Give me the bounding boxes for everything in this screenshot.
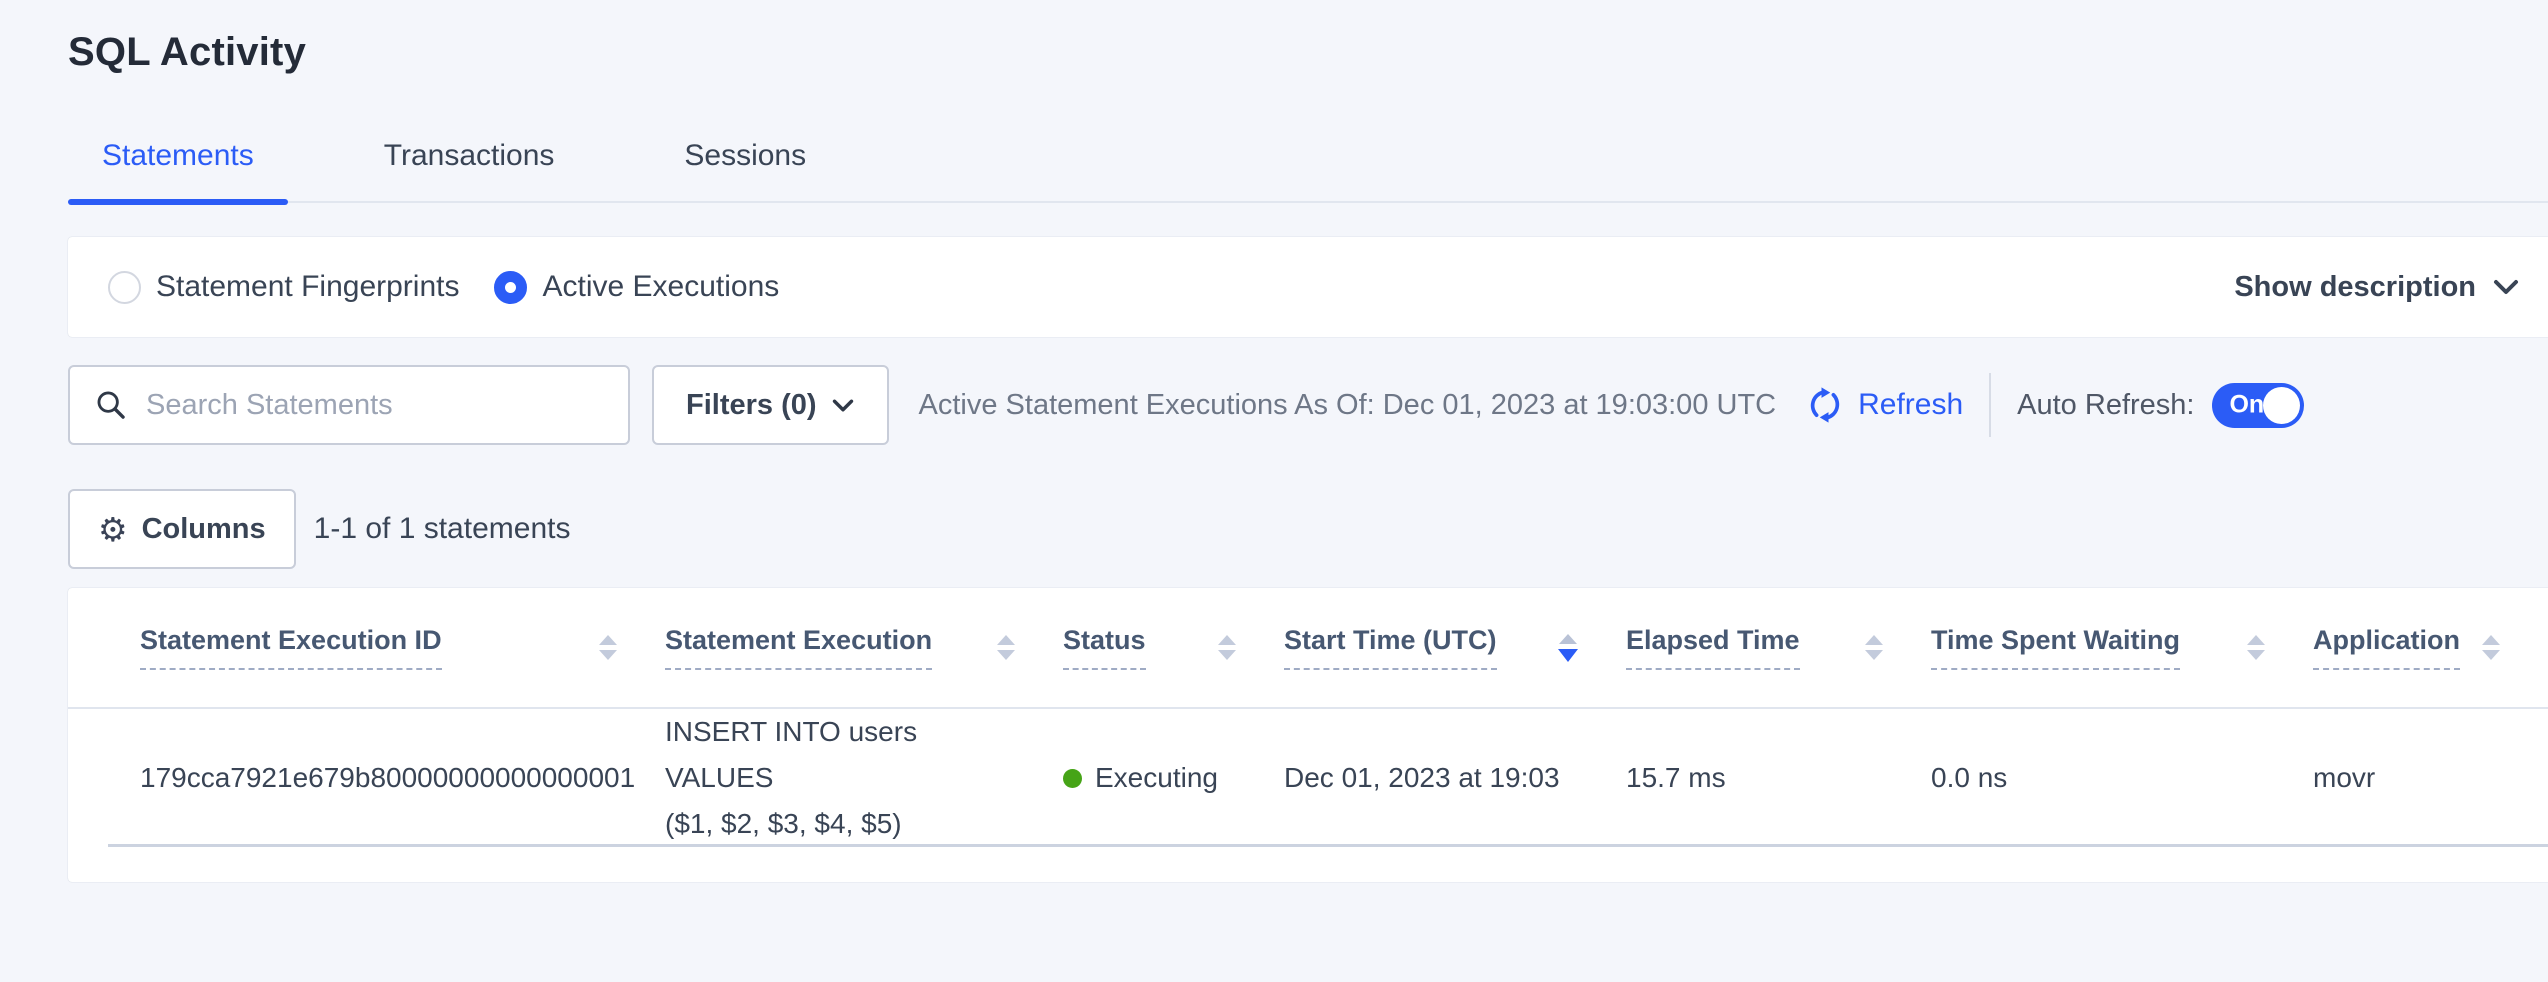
columns-label: Columns xyxy=(142,513,266,546)
refresh-button[interactable]: Refresh xyxy=(1804,384,1963,426)
cell-application: movr xyxy=(2313,762,2548,794)
cell-elapsed-time: 15.7 ms xyxy=(1626,762,1931,794)
tab-transactions[interactable]: Transactions xyxy=(350,139,589,201)
as-of-timestamp: Active Statement Executions As Of: Dec 0… xyxy=(919,389,1777,422)
sort-icon[interactable] xyxy=(2482,635,2500,660)
column-header-elapsed-time[interactable]: Elapsed Time xyxy=(1626,625,1931,670)
result-count: 1-1 of 1 statements xyxy=(314,512,571,546)
status-executing-icon xyxy=(1063,769,1082,788)
cell-status: Executing xyxy=(1063,762,1284,794)
vertical-divider xyxy=(1989,373,1991,437)
table-header-row: Statement Execution ID Statement Executi… xyxy=(68,588,2548,709)
page-title: SQL Activity xyxy=(68,30,2548,75)
radio-label-active-executions: Active Executions xyxy=(542,270,779,304)
tab-statements[interactable]: Statements xyxy=(68,139,288,201)
toggle-knob-icon xyxy=(2263,387,2300,424)
cell-statement[interactable]: INSERT INTO users VALUES ($1, $2, $3, $4… xyxy=(665,709,1063,847)
tab-sessions[interactable]: Sessions xyxy=(650,139,840,201)
sort-icon[interactable] xyxy=(997,635,1015,660)
cell-time-spent-waiting: 0.0 ns xyxy=(1931,762,2313,794)
show-description-label: Show description xyxy=(2234,271,2476,304)
search-input[interactable] xyxy=(146,389,608,422)
controls-row: Filters (0) Active Statement Executions … xyxy=(68,365,2548,445)
statements-table: Statement Execution ID Statement Executi… xyxy=(68,588,2548,882)
view-mode-card: Statement Fingerprints Active Executions… xyxy=(68,237,2548,337)
toggle-state-label: On xyxy=(2229,391,2264,420)
radio-label-statement-fingerprints: Statement Fingerprints xyxy=(156,270,459,304)
sort-desc-icon[interactable] xyxy=(1558,634,1578,662)
table-row: 179cca7921e679b80000000000000001 INSERT … xyxy=(68,709,2548,847)
auto-refresh-control: Auto Refresh: On xyxy=(2017,383,2304,428)
sort-icon[interactable] xyxy=(1865,635,1883,660)
status-label: Executing xyxy=(1095,762,1218,794)
column-header-statement-execution-id[interactable]: Statement Execution ID xyxy=(140,625,665,670)
auto-refresh-label: Auto Refresh: xyxy=(2017,389,2194,422)
sql-activity-tabs: Statements Transactions Sessions xyxy=(68,139,2548,203)
table-toolbar: ⚙ Columns 1-1 of 1 statements xyxy=(68,489,2548,569)
column-header-time-spent-waiting[interactable]: Time Spent Waiting xyxy=(1931,625,2313,670)
chevron-down-icon xyxy=(831,397,855,414)
column-header-status[interactable]: Status xyxy=(1063,625,1284,670)
filters-button[interactable]: Filters (0) xyxy=(652,365,889,445)
cell-start-time: Dec 01, 2023 at 19:03 xyxy=(1284,762,1626,794)
sort-icon[interactable] xyxy=(599,635,617,660)
show-description-toggle[interactable]: Show description xyxy=(2234,271,2520,304)
column-header-application[interactable]: Application xyxy=(2313,625,2548,670)
radio-active-executions[interactable]: Active Executions xyxy=(494,270,779,304)
radio-unselected-icon[interactable] xyxy=(108,271,141,304)
columns-button[interactable]: ⚙ Columns xyxy=(68,489,296,569)
column-header-statement-execution[interactable]: Statement Execution xyxy=(665,625,1063,670)
column-header-start-time[interactable]: Start Time (UTC) xyxy=(1284,625,1626,670)
search-icon xyxy=(94,388,128,422)
refresh-label: Refresh xyxy=(1858,388,1963,422)
sort-icon[interactable] xyxy=(2247,635,2265,660)
search-box[interactable] xyxy=(68,365,630,445)
chevron-down-icon xyxy=(2492,277,2520,297)
refresh-icon xyxy=(1804,384,1846,426)
gear-icon: ⚙ xyxy=(98,513,128,546)
sort-icon[interactable] xyxy=(1218,635,1236,660)
filters-label: Filters (0) xyxy=(686,389,817,422)
radio-selected-icon[interactable] xyxy=(494,271,527,304)
auto-refresh-toggle[interactable]: On xyxy=(2212,383,2304,428)
radio-statement-fingerprints[interactable]: Statement Fingerprints xyxy=(108,270,459,304)
cell-execution-id[interactable]: 179cca7921e679b80000000000000001 xyxy=(140,762,665,794)
